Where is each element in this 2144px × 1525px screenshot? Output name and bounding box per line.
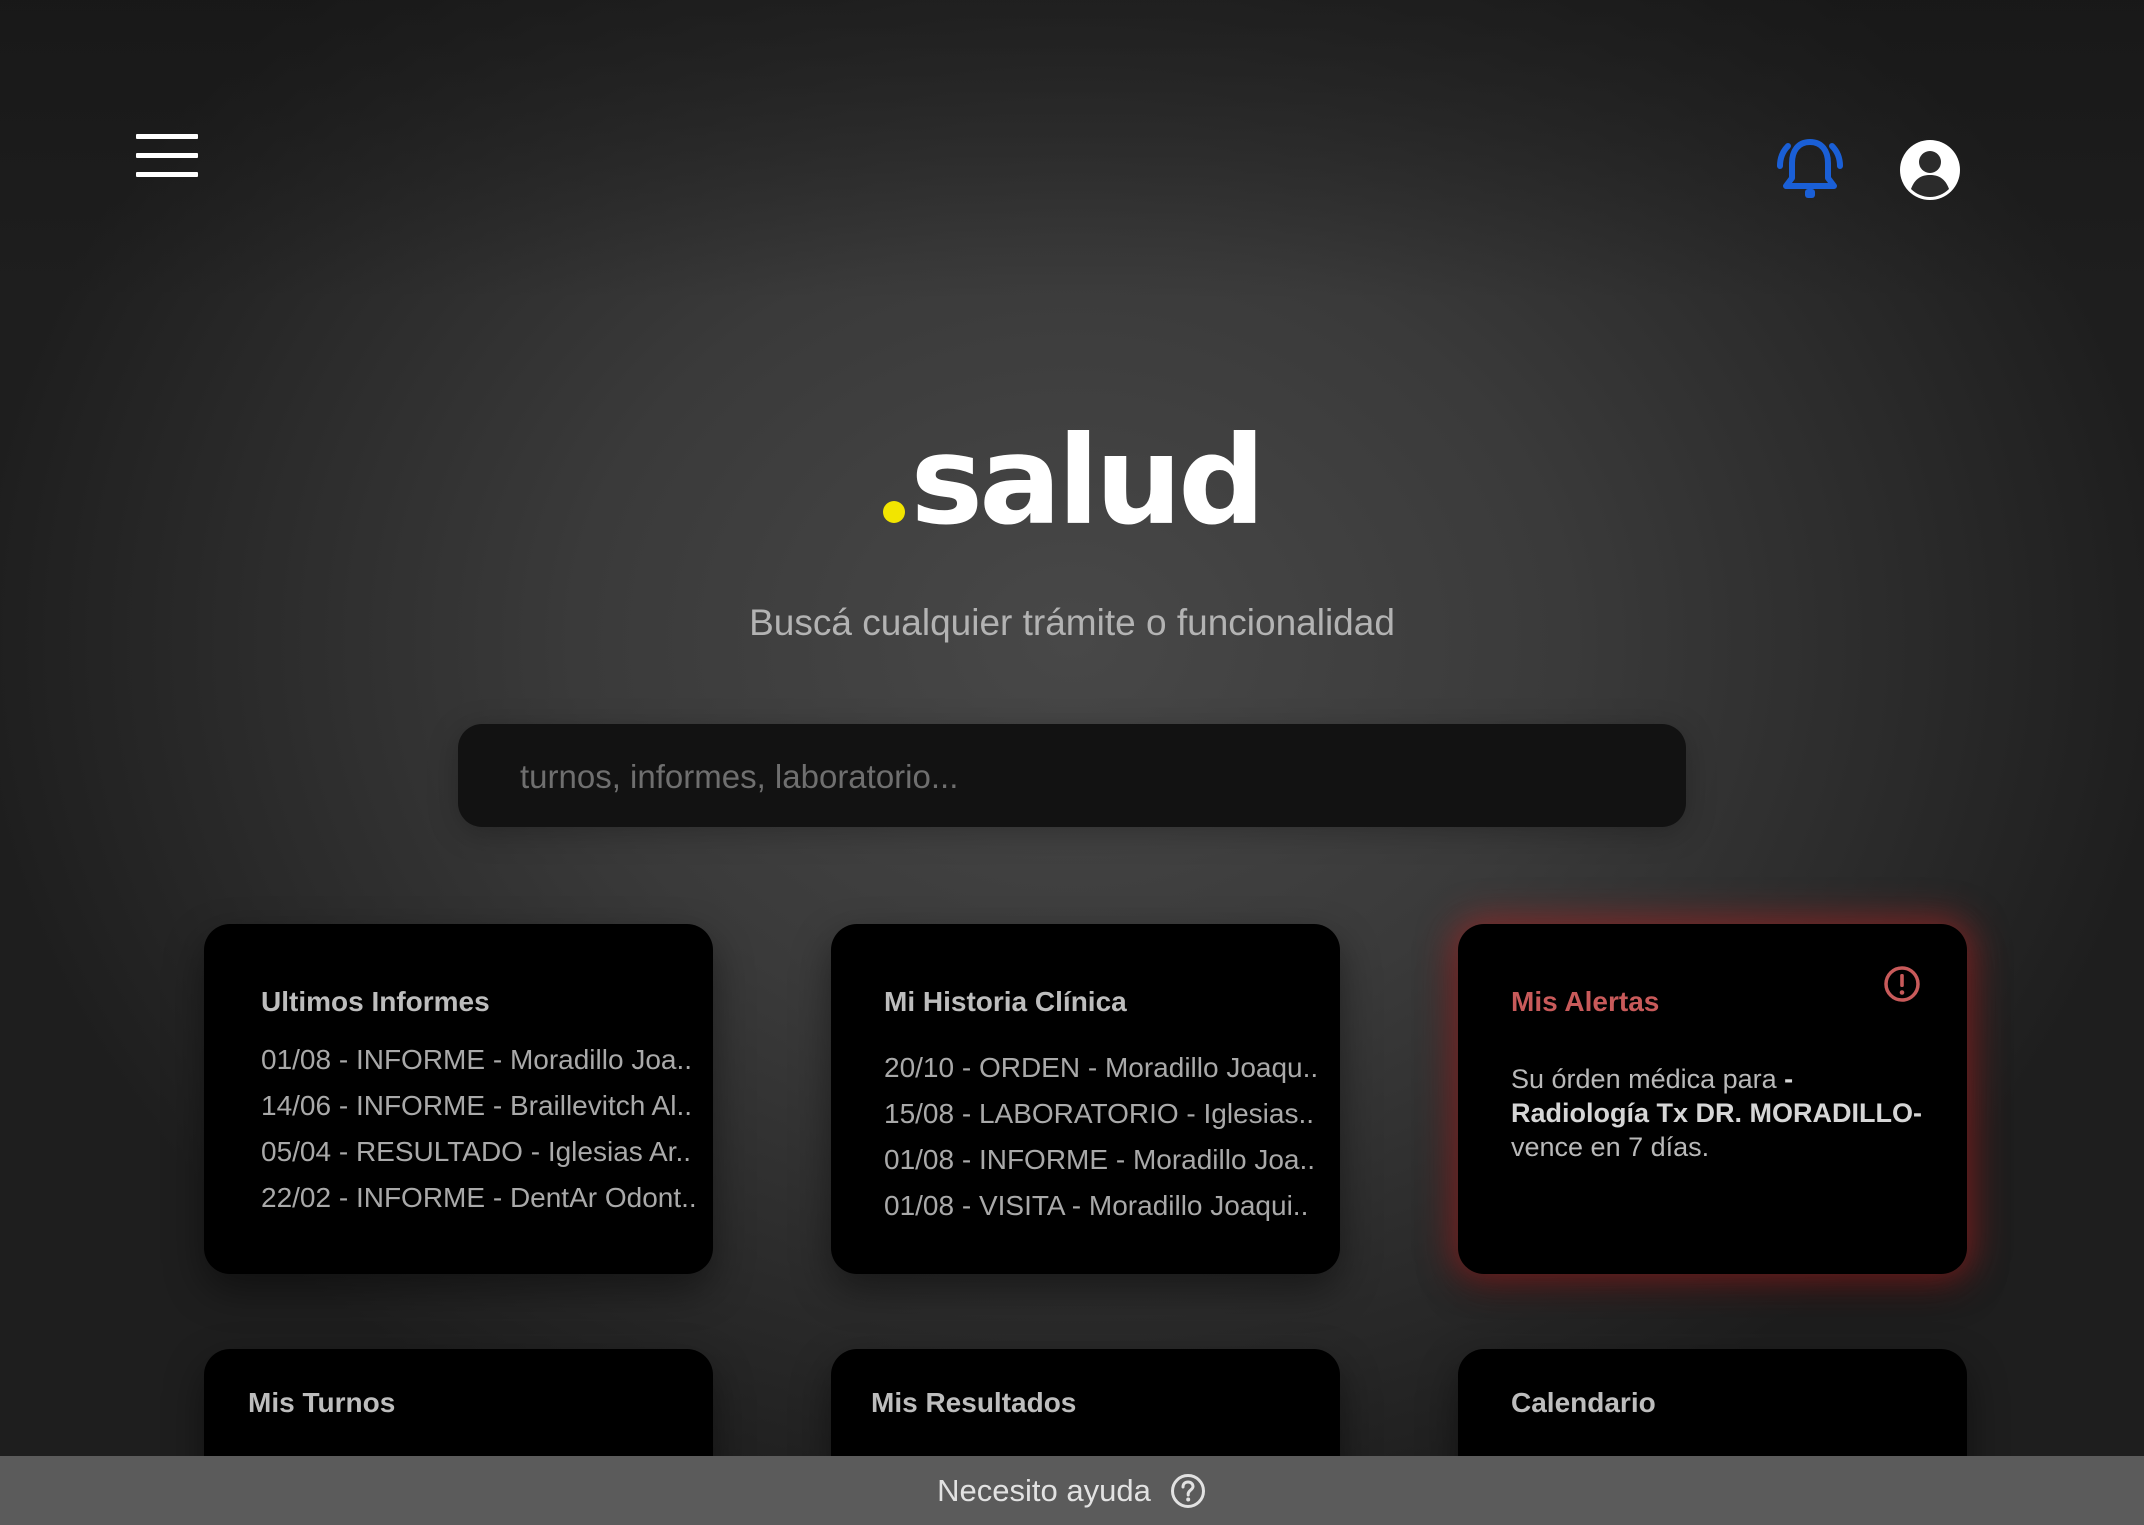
app-logo: salud — [0, 420, 2144, 542]
card-title: Ultimos Informes — [261, 986, 490, 1017]
alert-message-prefix: Su órden médica para — [1511, 1064, 1785, 1094]
card-title: Mis Alertas — [1511, 986, 1660, 1017]
card-title: Mi Historia Clínica — [884, 986, 1127, 1017]
card-title: Mis Resultados — [871, 1387, 1077, 1418]
list-item[interactable]: 22/02 - INFORME - DentAr Odont.. — [261, 1175, 697, 1221]
alert-message-suffix: vence en 7 días. — [1511, 1132, 1710, 1162]
search-input[interactable] — [518, 724, 1622, 829]
card-mis-alertas[interactable]: Mis Alertas Su órden médica para -Radiol… — [1458, 924, 1967, 1274]
home-page: salud Buscá cualquier trámite o funciona… — [0, 0, 2144, 1525]
list-item[interactable]: 14/06 - INFORME - Braillevitch Al.. — [261, 1083, 697, 1129]
historia-list: 20/10 - ORDEN - Moradillo Joaqu.. 15/08 … — [884, 1045, 1318, 1229]
bell-ringing-icon — [1777, 139, 1843, 198]
alert-message: Su órden médica para -Radiología Tx DR. … — [1511, 1062, 1931, 1164]
menu-button[interactable] — [136, 134, 198, 182]
list-item[interactable]: 20/10 - ORDEN - Moradillo Joaqu.. — [884, 1045, 1318, 1091]
card-ultimos-informes[interactable]: Ultimos Informes 01/08 - INFORME - Morad… — [204, 924, 713, 1274]
profile-button[interactable] — [1898, 138, 1962, 202]
card-historia-clinica[interactable]: Mi Historia Clínica 20/10 - ORDEN - Mora… — [831, 924, 1340, 1274]
help-label: Necesito ayuda — [937, 1472, 1151, 1508]
card-title: Mis Turnos — [248, 1387, 396, 1418]
logo-dot — [882, 501, 905, 523]
alert-circle-icon — [1884, 966, 1920, 1002]
card-title: Calendario — [1511, 1387, 1656, 1418]
informes-list: 01/08 - INFORME - Moradillo Joa.. 14/06 … — [261, 1037, 697, 1221]
list-item[interactable]: 01/08 - INFORME - Moradillo Joa.. — [261, 1037, 697, 1083]
hero-subtitle: Buscá cualquier trámite o funcionalidad — [749, 602, 1395, 643]
list-item[interactable]: 01/08 - INFORME - Moradillo Joa.. — [884, 1137, 1318, 1183]
list-item[interactable]: 05/04 - RESULTADO - Iglesias Ar.. — [261, 1129, 697, 1175]
user-circle-icon — [1900, 140, 1960, 200]
logo-text: salud — [910, 410, 1266, 552]
list-item[interactable]: 01/08 - VISITA - Moradillo Joaqui.. — [884, 1183, 1318, 1229]
notifications-button[interactable] — [1776, 136, 1844, 204]
question-circle-icon — [1170, 1473, 1205, 1508]
list-item[interactable]: 15/08 - LABORATORIO - Iglesias.. — [884, 1091, 1318, 1137]
search-bar — [458, 724, 1686, 829]
help-bar[interactable]: Necesito ayuda — [0, 1456, 2144, 1525]
